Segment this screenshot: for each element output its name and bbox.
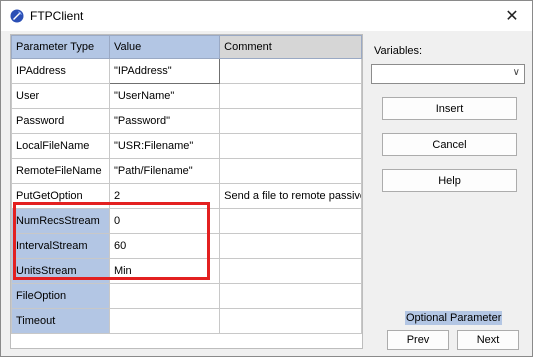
comment-cell[interactable] (219, 233, 362, 259)
value-cell[interactable] (108, 308, 221, 334)
param-cell[interactable]: Password (11, 108, 110, 134)
comment-cell[interactable] (219, 208, 362, 234)
comment-cell[interactable] (219, 308, 362, 334)
grid-header-row: Parameter Type Value Comment (11, 35, 362, 59)
table-row: PutGetOption 2 Send a file to remote pas… (11, 183, 362, 209)
value-cell[interactable]: 2 (108, 183, 221, 209)
column-header-value[interactable]: Value (108, 35, 221, 59)
table-row: IPAddress "IPAddress" (11, 58, 362, 84)
comment-cell[interactable] (219, 108, 362, 134)
prev-button[interactable]: Prev (387, 330, 449, 350)
param-cell[interactable]: LocalFileName (11, 133, 110, 159)
value-cell[interactable]: Min (108, 258, 221, 284)
table-row: UnitsStream Min (11, 258, 362, 284)
chevron-down-icon: ∨ (512, 67, 520, 78)
variables-label: Variables: (374, 45, 423, 57)
insert-button[interactable]: Insert (382, 97, 517, 120)
comment-cell[interactable] (219, 133, 362, 159)
param-cell[interactable]: PutGetOption (11, 183, 110, 209)
value-cell-editing[interactable]: "IPAddress" (108, 58, 221, 84)
table-row: Timeout (11, 308, 362, 334)
table-row: FileOption (11, 283, 362, 309)
comment-cell[interactable] (219, 158, 362, 184)
parameter-grid: Parameter Type Value Comment IPAddress "… (10, 34, 363, 349)
comment-cell[interactable] (219, 83, 362, 109)
title-bar: FTPClient ✕ (1, 1, 532, 31)
param-cell-optional[interactable]: NumRecsStream (11, 208, 110, 234)
table-row: NumRecsStream 0 (11, 208, 362, 234)
help-button[interactable]: Help (382, 169, 517, 192)
column-header-comment[interactable]: Comment (219, 35, 362, 59)
comment-cell[interactable]: Send a file to remote passive (219, 183, 362, 209)
comment-cell[interactable] (219, 283, 362, 309)
close-icon[interactable]: ✕ (492, 1, 532, 31)
param-cell[interactable]: RemoteFileName (11, 158, 110, 184)
value-cell[interactable]: 60 (108, 233, 221, 259)
variables-dropdown[interactable]: ∨ (371, 64, 525, 84)
optional-parameter-legend: Optional Parameter (405, 311, 503, 325)
comment-cell[interactable] (219, 258, 362, 284)
value-cell[interactable]: "Password" (108, 108, 221, 134)
table-row: RemoteFileName "Path/Filename" (11, 158, 362, 184)
table-row: User "UserName" (11, 83, 362, 109)
param-cell-optional[interactable]: FileOption (11, 283, 110, 309)
table-row: Password "Password" (11, 108, 362, 134)
value-cell[interactable]: "Path/Filename" (108, 158, 221, 184)
comment-cell[interactable] (219, 58, 362, 84)
value-cell[interactable]: 0 (108, 208, 221, 234)
value-cell[interactable]: "USR:Filename" (108, 133, 221, 159)
table-row: LocalFileName "USR:Filename" (11, 133, 362, 159)
next-button[interactable]: Next (457, 330, 519, 350)
table-row: IntervalStream 60 (11, 233, 362, 259)
value-cell[interactable] (108, 283, 221, 309)
param-cell[interactable]: User (11, 83, 110, 109)
param-cell-optional[interactable]: IntervalStream (11, 233, 110, 259)
cancel-button[interactable]: Cancel (382, 133, 517, 156)
param-cell-optional[interactable]: Timeout (11, 308, 110, 334)
param-cell[interactable]: IPAddress (11, 58, 110, 84)
ftp-app-icon (10, 9, 24, 23)
window-title: FTPClient (30, 9, 84, 23)
column-header-parameter-type[interactable]: Parameter Type (11, 35, 110, 59)
value-cell[interactable]: "UserName" (108, 83, 221, 109)
ftpclient-dialog: FTPClient ✕ Parameter Type Value Comment… (0, 0, 533, 357)
param-cell-optional[interactable]: UnitsStream (11, 258, 110, 284)
